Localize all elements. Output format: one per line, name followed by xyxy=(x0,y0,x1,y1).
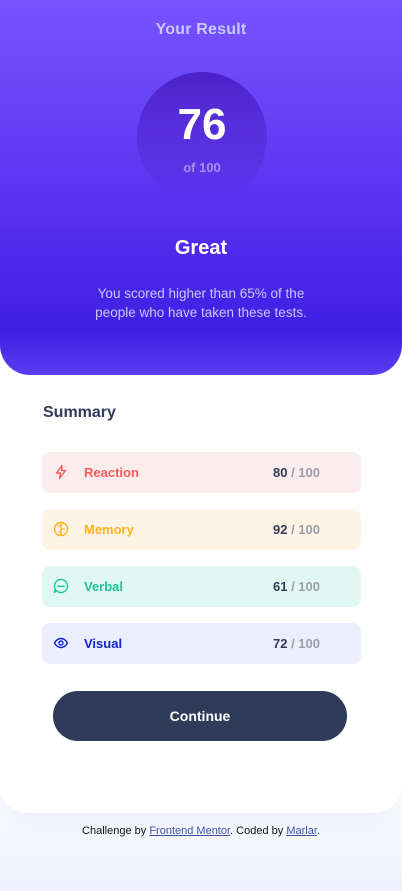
author-link[interactable]: Marlar xyxy=(286,825,317,837)
lightning-icon xyxy=(55,464,67,480)
summary-row-verbal: Verbal 61 / 100 xyxy=(42,566,361,607)
summary-row-visual: Visual 72 / 100 xyxy=(42,623,361,664)
summary-row-label: Memory xyxy=(84,522,134,537)
summary-row-score: 92 / 100 xyxy=(273,522,320,537)
brain-icon xyxy=(53,521,69,537)
frontend-mentor-link[interactable]: Frontend Mentor xyxy=(149,825,230,837)
summary-row-label: Verbal xyxy=(84,579,124,594)
score-value: 76 xyxy=(177,100,227,149)
rating-heading: Great xyxy=(174,237,228,259)
score-max: of 100 xyxy=(183,160,221,175)
attribution: Challenge by Frontend Mentor. Coded by M… xyxy=(82,825,320,837)
summary-title: Summary xyxy=(43,404,116,421)
continue-button[interactable]: Continue xyxy=(53,691,347,741)
eye-icon xyxy=(53,637,69,649)
speech-bubble-icon xyxy=(53,578,69,594)
summary-row-score: 72 / 100 xyxy=(273,636,320,651)
score-circle: 76 of 100 xyxy=(137,72,267,202)
result-panel: Your Result 76 of 100 Great You scored h… xyxy=(0,0,402,375)
summary-panel: Summary Reaction 80 / 100 Memory 92 / 10… xyxy=(0,345,402,813)
rating-description: You scored higher than 65% of the people… xyxy=(95,286,307,320)
summary-row-label: Reaction xyxy=(84,465,139,480)
summary-row-memory: Memory 92 / 100 xyxy=(42,509,361,550)
summary-row-score: 80 / 100 xyxy=(273,465,320,480)
summary-row-score: 61 / 100 xyxy=(273,579,320,594)
summary-row-label: Visual xyxy=(84,636,123,651)
summary-row-reaction: Reaction 80 / 100 xyxy=(42,452,361,493)
result-title: Your Result xyxy=(155,21,247,38)
